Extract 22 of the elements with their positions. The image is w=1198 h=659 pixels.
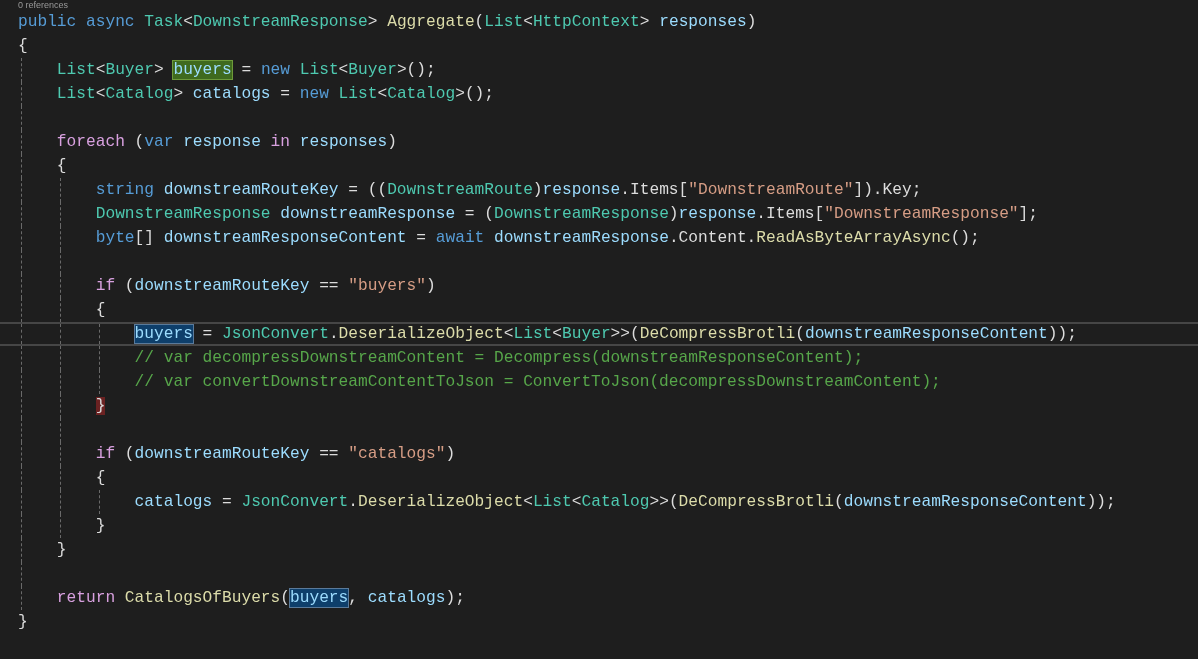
code-line: foreach (var response in responses) [56,133,397,151]
code-line: } [95,517,106,535]
code-line: { [95,301,106,319]
code-line: string downstreamRouteKey = ((DownstreamRoute)response.Items["DownstreamRoute"]).Key; [95,181,922,199]
code-line: List<Buyer> buyers = new List<Buyer>(); [56,61,436,79]
code-line: return CatalogsOfBuyers(buyers, catalogs); [56,589,465,607]
code-line: // var convertDownstreamContentToJson = ConvertToJson(decompressDownstreamContent); [134,373,941,391]
code-line: { [56,157,67,175]
references-codelens[interactable]: 0 references [18,0,69,10]
code-line: { [18,37,28,55]
code-line: List<Catalog> catalogs = new List<Catalog>(); [56,85,495,103]
code-line: public async Task<DownstreamResponse> Aggregate(List<HttpContext> responses) [18,13,757,31]
code-line: DownstreamResponse downstreamResponse = (DownstreamResponse)response.Items["DownstreamResponse"]; [95,205,1039,223]
code-line: if (downstreamRouteKey == "catalogs") [95,445,456,463]
code-line: byte[] downstreamResponseContent = await downstreamResponse.Content.ReadAsByteArrayAsync(); [95,229,980,247]
code-line: if (downstreamRouteKey == "buyers") [95,277,436,295]
code-line: } [18,613,28,631]
code-line: { [95,469,106,487]
code-line: catalogs = JsonConvert.DeserializeObject<List<Catalog>>(DeCompressBrotli(downstreamResponseContent)); [134,493,1116,511]
code-line: // var decompressDownstreamContent = Decompress(downstreamResponseContent); [134,349,864,367]
code-line: } [56,541,67,559]
code-line: buyers = JsonConvert.DeserializeObject<List<Buyer>>(DeCompressBrotli(downstreamResponseContent)); [134,325,1077,343]
